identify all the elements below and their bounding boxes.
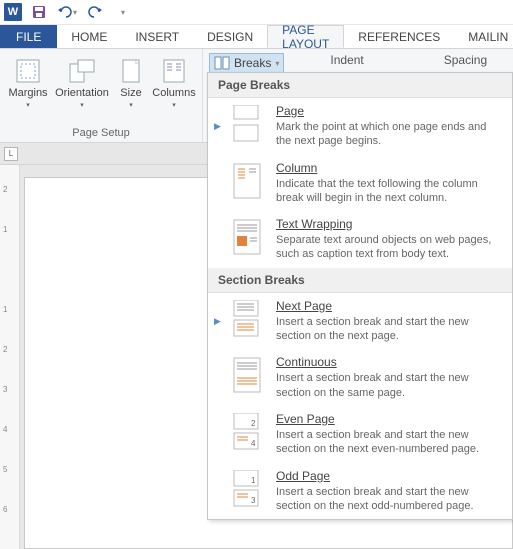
group-title-page-setup: Page Setup [72, 125, 130, 140]
break-option-text-wrapping[interactable]: Text Wrapping Separate text around object… [208, 211, 512, 268]
svg-text:1: 1 [251, 476, 256, 485]
quick-access-toolbar: W ▾ ▾ [0, 0, 513, 25]
option-desc: Mark the point at which one page ends an… [276, 120, 504, 149]
size-button[interactable]: Size ▾ [114, 53, 148, 125]
size-icon [115, 57, 147, 85]
option-desc: Indicate that the text following the col… [276, 177, 504, 206]
caret-down-icon: ▾ [26, 101, 30, 109]
dropdown-header-page-breaks: Page Breaks [208, 73, 512, 98]
undo-button[interactable]: ▾ [56, 2, 78, 22]
word-icon: W [4, 3, 22, 21]
ruler-tick: 2 [3, 185, 7, 194]
ruler-tick: 3 [3, 385, 7, 394]
caret-down-icon: ▾ [129, 101, 133, 109]
selection-arrow-icon: ▶ [214, 299, 220, 344]
option-desc: Insert a section break and start the new… [276, 315, 504, 344]
ruler-tick: 1 [3, 305, 7, 314]
group-page-setup: Margins ▾ Orientation ▾ Size ▾ Columns ▾… [0, 49, 203, 142]
vertical-ruler[interactable]: 2 1 1 2 3 4 5 6 [0, 165, 20, 549]
option-title: Column [276, 161, 504, 175]
even-page-icon: 24 [230, 412, 266, 452]
tab-file[interactable]: FILE [0, 25, 57, 48]
break-option-even-page[interactable]: 24 Even PageInsert a section break and s… [208, 406, 512, 463]
option-desc: Insert a section break and start the new… [276, 485, 504, 514]
odd-page-icon: 13 [230, 469, 266, 509]
tab-insert[interactable]: INSERT [121, 25, 193, 48]
columns-icon [158, 57, 190, 85]
ruler-tick: 2 [3, 345, 7, 354]
ruler-tick: 5 [3, 465, 7, 474]
tab-mailings[interactable]: MAILIN [454, 25, 513, 48]
dropdown-header-section-breaks: Section Breaks [208, 268, 512, 293]
text-wrapping-icon [230, 217, 266, 257]
save-icon [32, 5, 46, 19]
save-button[interactable] [28, 2, 50, 22]
option-title: Odd Page [276, 469, 504, 483]
ruler-tick: 4 [3, 425, 7, 434]
orientation-icon [66, 57, 98, 85]
tab-selector-button[interactable]: L [4, 147, 18, 161]
svg-text:3: 3 [251, 496, 256, 505]
columns-button[interactable]: Columns ▾ [152, 53, 196, 125]
svg-text:4: 4 [251, 439, 256, 448]
option-title: Next Page [276, 299, 504, 313]
selection-arrow-icon: ▶ [214, 104, 220, 149]
tab-design[interactable]: DESIGN [193, 25, 267, 48]
option-title: Page [276, 104, 504, 118]
orientation-label: Orientation [55, 87, 109, 99]
margins-icon [12, 57, 44, 85]
margins-label: Margins [8, 87, 47, 99]
margins-button[interactable]: Margins ▾ [6, 53, 50, 125]
page-break-icon [230, 104, 266, 144]
breaks-button[interactable]: Breaks ▾ [209, 53, 284, 73]
option-desc: Insert a section break and start the new… [276, 428, 504, 457]
next-page-icon [230, 299, 266, 339]
ribbon-tabs: FILE HOME INSERT DESIGN PAGE LAYOUT REFE… [0, 25, 513, 49]
undo-icon [57, 5, 73, 19]
orientation-button[interactable]: Orientation ▾ [54, 53, 110, 125]
caret-down-icon: ▾ [80, 101, 84, 109]
size-label: Size [120, 87, 141, 99]
tab-home[interactable]: HOME [57, 25, 121, 48]
caret-down-icon: ▾ [73, 8, 77, 17]
breaks-label: Breaks [234, 56, 271, 70]
redo-icon [87, 5, 103, 19]
tab-references[interactable]: REFERENCES [344, 25, 454, 48]
option-title: Even Page [276, 412, 504, 426]
caret-down-icon: ▾ [275, 59, 279, 68]
ruler-tick: 1 [3, 225, 7, 234]
redo-button[interactable] [84, 2, 106, 22]
break-option-column[interactable]: Column Indicate that the text following t… [208, 155, 512, 212]
tab-page-layout[interactable]: PAGE LAYOUT [267, 25, 344, 48]
ruler-tick: 6 [3, 505, 7, 514]
break-option-page[interactable]: ▶ Page Mark the point at which one page e… [208, 98, 512, 155]
ribbon: Margins ▾ Orientation ▾ Size ▾ Columns ▾… [0, 49, 513, 143]
customize-qat-button[interactable]: ▾ [112, 2, 134, 22]
column-break-icon [230, 161, 266, 201]
breaks-icon [214, 56, 230, 70]
option-title: Continuous [276, 355, 504, 369]
option-title: Text Wrapping [276, 217, 504, 231]
breaks-dropdown: Page Breaks ▶ Page Mark the point at whic… [207, 72, 513, 520]
break-option-continuous[interactable]: Continuous Insert a section break and sta… [208, 349, 512, 406]
continuous-icon [230, 355, 266, 395]
columns-label: Columns [152, 87, 195, 99]
option-desc: Insert a section break and start the new… [276, 371, 504, 400]
break-option-odd-page[interactable]: 13 Odd PageInsert a section break and st… [208, 463, 512, 520]
svg-text:2: 2 [251, 419, 256, 428]
caret-down-icon: ▾ [121, 8, 125, 17]
break-option-next-page[interactable]: ▶ Next Page Insert a section break and st… [208, 293, 512, 350]
option-desc: Separate text around objects on web page… [276, 233, 504, 262]
caret-down-icon: ▾ [172, 101, 176, 109]
